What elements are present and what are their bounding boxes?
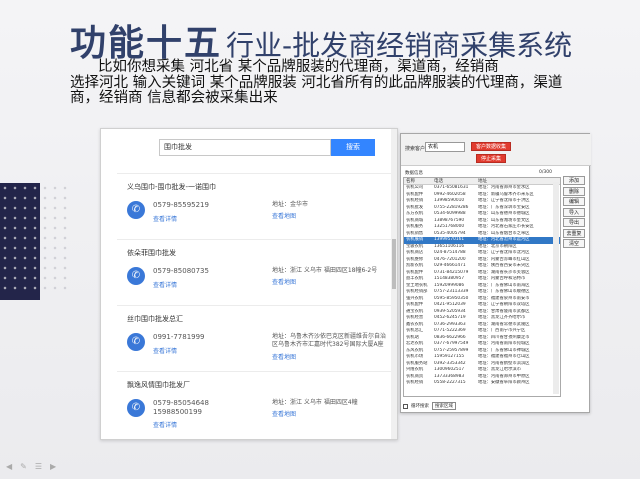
map-link[interactable]: 查看地图: [272, 409, 296, 418]
phone-icon: ✆: [127, 201, 145, 219]
result-phone: 0579-85080735: [153, 267, 209, 275]
details-link[interactable]: 查看详情: [153, 346, 177, 355]
result-mobile: 15988500199: [153, 408, 202, 416]
phone-icon: ✆: [127, 399, 145, 417]
map-link[interactable]: 查看地图: [272, 277, 296, 286]
keyword-label: 搜索客户: [405, 146, 426, 152]
details-link[interactable]: 查看详情: [153, 280, 177, 289]
column-header: 电话: [434, 179, 443, 184]
result-address: 地址：乌鲁木齐沙依巴克区新疆维吾尔自治区乌鲁木齐市汇嘉时代382号国际大厦A座: [272, 333, 387, 348]
desc-line-2: 选择河北 输入关键词 某个品牌服装 河北省所有的此品牌服装的代理商，渠道: [70, 74, 563, 91]
result-address: 地址：金华市: [272, 201, 309, 208]
start-collect-button[interactable]: 客户数据收集: [471, 142, 511, 151]
keyword-input[interactable]: 农机: [425, 142, 465, 152]
menu-icon[interactable]: ☰: [35, 462, 42, 471]
title-main: 功能十五: [70, 23, 223, 64]
search-bar: 围巾批发 搜索: [159, 139, 375, 156]
result-name[interactable]: 飘逸风情围巾批发厂: [127, 380, 190, 390]
add-button[interactable]: 添加: [563, 176, 585, 185]
export-button[interactable]: 导出: [563, 218, 585, 227]
browser-window: 围巾批发 搜索 义乌围巾-围巾批发-一诺围巾 ✆ 0579-85595219 查…: [100, 128, 398, 440]
dedupe-button[interactable]: 去重复: [563, 228, 585, 238]
prev-icon[interactable]: ◀: [6, 462, 12, 471]
column-header: 地址: [478, 179, 487, 184]
region-dropdown[interactable]: 搜索区域: [432, 402, 456, 410]
collector-app-window: 搜索客户 农机 客户数据收集 停止采集 数据信息 0/300 名称 电话 地址 …: [400, 133, 591, 413]
app-toolbar: 搜索客户 农机 客户数据收集 停止采集: [401, 134, 591, 166]
app-footer: 循环搜索 搜索区域: [403, 402, 456, 410]
result-phone: 0579-85054648: [153, 399, 209, 407]
table-scrollbar[interactable]: [553, 182, 559, 394]
result-phone: 0991-7781999: [153, 333, 205, 341]
result-address: 地址：浙江 义乌市 福田四区4幢: [272, 399, 358, 406]
phone-icon: ✆: [127, 333, 145, 351]
table-cell: 0558-2227315: [434, 380, 466, 385]
result-name[interactable]: 依朵菲围巾批发: [127, 248, 176, 258]
map-link[interactable]: 查看地图: [272, 211, 296, 220]
pen-icon[interactable]: ✎: [20, 462, 27, 471]
phone-icon: ✆: [127, 267, 145, 285]
data-table: 名称 电话 地址 农机公司 0371-65081631 地址：河南省郑州市金水区 农机…: [403, 177, 561, 397]
result-card[interactable]: 依朵菲围巾批发 ✆ 0579-85080735 查看详情 地址：浙江 义乌市 福…: [117, 239, 393, 305]
table-row[interactable]: 农机经销 0558-2227315 地址：安徽省阜阳市颍州区: [404, 380, 560, 387]
next-icon[interactable]: ▶: [50, 462, 56, 471]
details-link[interactable]: 查看详情: [153, 420, 177, 429]
loop-search-checkbox[interactable]: [403, 403, 408, 409]
result-name[interactable]: 义乌围巾-围巾批发-一诺围巾: [127, 182, 216, 192]
result-address: 地址：浙江 义乌市 福田四区18幢6-2号: [272, 267, 378, 274]
import-button[interactable]: 导入: [563, 207, 585, 217]
result-card[interactable]: 义乌围巾-围巾批发-一诺围巾 ✆ 0579-85595219 查看详情 地址：金…: [117, 173, 393, 239]
slide-nav-controls: ◀ ✎ ☰ ▶: [6, 462, 56, 471]
result-card[interactable]: 飘逸风情围巾批发厂 ✆ 0579-85054648 15988500199 查看…: [117, 371, 393, 437]
result-card[interactable]: 丝巾围巾批发总汇 ✆ 0991-7781999 查看详情 地址：乌鲁木齐沙依巴克…: [117, 305, 393, 371]
table-body: 农机公司 0371-65081631 地址：河南省郑州市金水区 农机配件 0992-46…: [404, 185, 560, 387]
details-link[interactable]: 查看详情: [153, 214, 177, 223]
results-list: 义乌围巾-围巾批发-一诺围巾 ✆ 0579-85595219 查看详情 地址：金…: [117, 173, 393, 437]
desc-line-3: 商，经销商 信息都会被采集出来: [70, 90, 278, 106]
edit-button[interactable]: 编辑: [563, 197, 585, 206]
decorative-dots: [0, 183, 70, 293]
scroll-thumb[interactable]: [392, 239, 396, 289]
clear-button[interactable]: 清空: [563, 239, 585, 248]
delete-button[interactable]: 删除: [563, 186, 585, 196]
table-header: 名称 电话 地址: [404, 178, 560, 185]
search-button[interactable]: 搜索: [331, 139, 375, 156]
stop-collect-button[interactable]: 停止采集: [476, 154, 506, 163]
table-cell: 农机经销: [406, 380, 424, 385]
title-subtitle: 行业-批发商经销商采集系统: [226, 29, 573, 62]
browser-scrollbar[interactable]: [391, 129, 397, 439]
column-header: 名称: [406, 179, 415, 184]
result-phone: 0579-85595219: [153, 201, 209, 209]
desc-line-1: 比如你想采集 河北省 某个品牌服装的代理商，渠道商，经销商: [98, 59, 499, 75]
map-link[interactable]: 查看地图: [272, 352, 296, 361]
search-input[interactable]: 围巾批发: [159, 139, 331, 156]
slide-description: 比如你想采集 河北省 某个品牌服装的代理商，渠道商，经销商 选择河北 输入关键词…: [70, 59, 610, 107]
result-name[interactable]: 丝巾围巾批发总汇: [127, 314, 183, 324]
table-cell: 地址：安徽省阜阳市颍州区: [478, 380, 530, 385]
loop-search-label: 循环搜索: [411, 404, 429, 409]
data-info-label: 数据信息: [405, 171, 423, 176]
record-count: 0/300: [539, 170, 552, 175]
side-button-group: 添加 删除 编辑 导入 导出 去重复 清空: [563, 176, 585, 250]
